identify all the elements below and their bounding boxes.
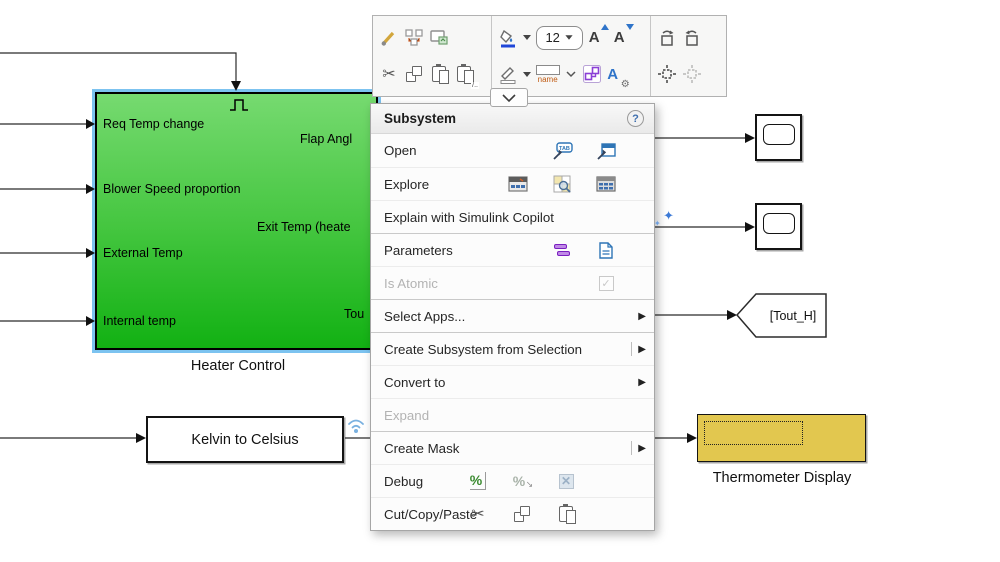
trigger-port-icon bbox=[228, 97, 252, 112]
input-port-label: Req Temp change bbox=[103, 116, 204, 132]
kelvin-label: Kelvin to Celsius bbox=[191, 432, 298, 448]
model-explorer-icon[interactable] bbox=[584, 174, 628, 194]
kelvin-to-celsius-block[interactable]: Kelvin to Celsius bbox=[146, 416, 344, 463]
fill-color-dropdown-caret[interactable] bbox=[523, 35, 531, 40]
block-name-caret[interactable] bbox=[565, 70, 577, 78]
format-mini-toolbar: ✂ /.. 12 bbox=[372, 15, 727, 97]
show-block-name-button[interactable]: name bbox=[536, 61, 560, 87]
menu-item-cut-copy-paste[interactable]: Cut/Copy/Paste ✂ bbox=[371, 497, 654, 530]
context-menu-title: Subsystem bbox=[384, 111, 627, 126]
heater-control-subsystem-block[interactable]: Req Temp change Blower Speed proportion … bbox=[95, 92, 378, 350]
simulink-model-canvas: [Tout_H] Req Temp change Blower Speed pr… bbox=[0, 0, 1000, 562]
toolbar-group-rotate bbox=[650, 16, 726, 96]
open-in-tab-icon[interactable]: TAB bbox=[540, 141, 584, 161]
context-menu-header: Subsystem ? bbox=[371, 104, 654, 134]
line-color-dropdown-caret[interactable] bbox=[523, 72, 531, 77]
font-size-combo[interactable]: 12 bbox=[536, 26, 583, 50]
menu-item-create-subsystem[interactable]: Create Subsystem from Selection ▶ bbox=[371, 332, 654, 365]
arrange-blocks-button[interactable] bbox=[404, 25, 424, 51]
thermometer-display-block[interactable] bbox=[697, 414, 866, 462]
cut-icon[interactable]: ✂ bbox=[456, 504, 500, 524]
input-port-label: Internal temp bbox=[103, 313, 176, 329]
goto-tag-tout-h[interactable]: [Tout_H] bbox=[737, 294, 826, 337]
menu-item-explore[interactable]: Explore bbox=[371, 167, 654, 200]
input-port-label: External Temp bbox=[103, 245, 183, 261]
copy-button[interactable] bbox=[404, 61, 424, 87]
submenu-arrow-icon: ▶ bbox=[638, 311, 646, 322]
svg-text:TAB: TAB bbox=[559, 146, 570, 152]
goto-tag-label: [Tout_H] bbox=[770, 309, 817, 323]
increase-font-button[interactable]: A bbox=[588, 25, 608, 51]
menu-item-select-apps[interactable]: Select Apps... ▶ bbox=[371, 299, 654, 332]
open-in-window-icon[interactable] bbox=[584, 141, 628, 161]
heater-block-caption: Heater Control bbox=[95, 358, 381, 374]
output-port-label: Exit Temp (heate bbox=[257, 219, 351, 235]
chevron-down-icon bbox=[501, 93, 517, 103]
submenu-arrow-icon: ▶ bbox=[638, 377, 646, 388]
coverage-off-icon: ✕ bbox=[544, 472, 588, 490]
submenu-arrow-icon: ▶ bbox=[638, 344, 646, 355]
rotate-counterclockwise-button[interactable] bbox=[682, 25, 702, 51]
font-size-value: 12 bbox=[545, 30, 559, 45]
scope-block-1[interactable] bbox=[755, 114, 802, 161]
paste-duplicate-inport-button[interactable]: /.. bbox=[454, 61, 474, 87]
scope-screen bbox=[763, 124, 795, 145]
menu-item-explain-copilot[interactable]: Explain with Simulink Copilot ✦✦ bbox=[371, 200, 654, 233]
rotate-clockwise-button[interactable] bbox=[657, 25, 677, 51]
autosize-block-disabled-button bbox=[682, 61, 702, 87]
input-port-label: Blower Speed proportion bbox=[103, 181, 241, 197]
block-parameters-icon[interactable] bbox=[540, 241, 584, 260]
subsystem-context-menu: Subsystem ? Open TAB bbox=[370, 103, 655, 531]
menu-item-is-atomic: Is Atomic ✓ bbox=[371, 266, 654, 299]
fill-color-button[interactable] bbox=[498, 25, 518, 51]
scope-block-2[interactable] bbox=[755, 203, 802, 250]
help-icon[interactable]: ? bbox=[627, 110, 644, 127]
toolbar-group-format: 12 A A name bbox=[491, 16, 651, 96]
signal-streaming-badge-icon[interactable] bbox=[345, 415, 367, 437]
output-port-label: Tou bbox=[344, 306, 364, 322]
format-painter-button[interactable] bbox=[379, 25, 399, 51]
autosize-block-button[interactable] bbox=[657, 61, 677, 87]
menu-item-create-mask[interactable]: Create Mask ▶ bbox=[371, 431, 654, 464]
font-size-caret bbox=[565, 35, 572, 40]
copy-as-image-button[interactable] bbox=[429, 25, 449, 51]
menu-item-debug[interactable]: Debug % %↘ ✕ bbox=[371, 464, 654, 497]
wire-trigger[interactable] bbox=[0, 53, 236, 81]
thermometer-caption: Thermometer Display bbox=[672, 470, 892, 486]
copy-icon[interactable] bbox=[500, 504, 544, 524]
menu-item-convert-to[interactable]: Convert to ▶ bbox=[371, 365, 654, 398]
coverage-on-icon[interactable]: % bbox=[456, 472, 500, 490]
toolbar-collapse-chevron[interactable] bbox=[490, 88, 528, 107]
menu-item-parameters[interactable]: Parameters bbox=[371, 233, 654, 266]
line-color-button[interactable] bbox=[498, 61, 518, 87]
menu-item-open[interactable]: Open TAB bbox=[371, 134, 654, 167]
find-in-model-icon[interactable] bbox=[540, 174, 584, 194]
copilot-sparkles-icon[interactable]: ✦✦ bbox=[642, 208, 686, 226]
font-settings-button[interactable]: A⚙ bbox=[607, 61, 627, 87]
port-labels-button[interactable] bbox=[582, 61, 602, 87]
scope-screen bbox=[763, 213, 795, 234]
toolbar-group-clipboard: ✂ /.. bbox=[373, 16, 491, 96]
paste-button[interactable] bbox=[429, 61, 449, 87]
output-port-label: Flap Angl bbox=[300, 131, 352, 147]
submenu-arrow-icon: ▶ bbox=[638, 443, 646, 454]
properties-document-icon[interactable] bbox=[584, 241, 628, 260]
signal-table-icon[interactable] bbox=[496, 174, 540, 194]
paste-icon[interactable] bbox=[544, 504, 588, 524]
atomic-checkbox-icon: ✓ bbox=[584, 276, 628, 291]
cut-button[interactable]: ✂ bbox=[379, 61, 399, 87]
menu-item-expand: Expand bbox=[371, 398, 654, 431]
coverage-highlight-icon: %↘ bbox=[500, 472, 544, 490]
thermometer-screen bbox=[704, 421, 803, 445]
decrease-font-button[interactable]: A bbox=[613, 25, 633, 51]
